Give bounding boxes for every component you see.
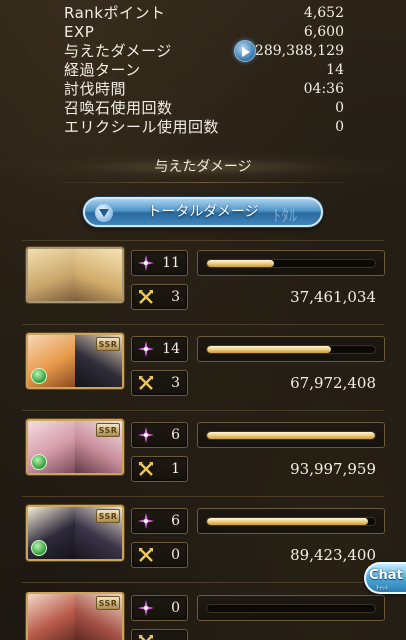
- wind-element-icon: [31, 540, 47, 556]
- skill-count: 0: [171, 600, 180, 616]
- stat-value: 289,388,129: [254, 43, 344, 59]
- skill-count-box: 14: [131, 336, 188, 362]
- divider: [22, 410, 384, 411]
- stat-time: 討伐時間 04:36: [64, 79, 344, 99]
- skill-count: 6: [171, 427, 180, 443]
- stat-label: EXP: [64, 23, 95, 41]
- damage-gauge: [197, 250, 385, 276]
- skill-count: 11: [162, 255, 180, 271]
- rarity-badge: SSR: [96, 596, 120, 610]
- gauge-track: [206, 259, 376, 268]
- crossed-swords-icon: [139, 635, 153, 640]
- play-icon[interactable]: [234, 40, 256, 62]
- stat-elixir-uses: エリクシール使用回数 0: [64, 117, 344, 137]
- damage-gauge: [197, 422, 385, 448]
- rarity-badge: SSR: [96, 337, 120, 351]
- crossed-swords-icon: [139, 462, 153, 476]
- rarity-badge: SSR: [96, 423, 120, 437]
- character-portrait[interactable]: SSR: [26, 505, 124, 561]
- crossed-swords-icon: [139, 376, 153, 390]
- character-portrait[interactable]: SSR: [26, 592, 124, 640]
- damage-gauge: [197, 595, 385, 621]
- gauge-fill: [207, 432, 375, 439]
- rarity-badge: SSR: [96, 509, 120, 523]
- damage-gauge: [197, 508, 385, 534]
- divider: [22, 496, 384, 497]
- skill-count: 14: [162, 341, 180, 357]
- character-row: 11 3 37,461,034: [0, 247, 406, 333]
- skill-count-box: 6: [131, 508, 188, 534]
- gauge-fill: [207, 260, 275, 267]
- ougi-count-box: [131, 629, 188, 640]
- character-portrait[interactable]: [26, 247, 124, 303]
- character-damage: 67,972,408: [290, 374, 376, 392]
- gauge-track: [206, 604, 376, 613]
- dropdown-deco: ﾄﾀﾙ: [272, 206, 297, 225]
- gauge-track: [206, 345, 376, 354]
- skill-count-box: 11: [131, 250, 188, 276]
- crossed-swords-icon: [139, 548, 153, 562]
- portrait-art: [28, 249, 75, 301]
- stat-value: 04:36: [303, 81, 344, 97]
- chat-sublabel: ﾁｬｯﾄ: [376, 585, 389, 592]
- stat-value: 14: [326, 62, 344, 78]
- divider: [40, 182, 366, 183]
- section-title: 与えたダメージ: [0, 153, 406, 181]
- skill-count: 6: [171, 513, 180, 529]
- divider: [22, 582, 384, 583]
- sparkle-icon: [138, 427, 154, 443]
- wind-element-icon: [31, 454, 47, 470]
- divider: [22, 240, 384, 241]
- stat-label: 経過ターン: [64, 61, 141, 79]
- character-row: SSR 0: [0, 592, 406, 640]
- stat-value: 6,600: [303, 24, 344, 40]
- gauge-fill: [207, 346, 332, 353]
- crossed-swords-icon: [139, 290, 153, 304]
- portrait-art: [75, 249, 122, 301]
- sparkle-icon: [138, 255, 154, 271]
- wind-element-icon: [31, 368, 47, 384]
- character-row: SSR 6 0 89,423,400: [0, 505, 406, 591]
- skill-count-box: 6: [131, 422, 188, 448]
- stat-label: Rankポイント: [64, 4, 166, 22]
- stat-label: エリクシール使用回数: [64, 118, 220, 136]
- character-portrait[interactable]: SSR: [26, 333, 124, 389]
- stat-exp: EXP 6,600: [64, 22, 344, 42]
- gauge-fill: [207, 518, 369, 525]
- sparkle-icon: [138, 513, 154, 529]
- damage-gauge: [197, 336, 385, 362]
- stat-damage: 与えたダメージ 289,388,129: [64, 41, 344, 61]
- stat-rank-points: Rankポイント 4,652: [64, 3, 344, 23]
- stat-label: 討伐時間: [64, 80, 127, 98]
- damage-type-dropdown[interactable]: トータルダメージ ﾄﾀﾙ: [83, 197, 323, 227]
- sparkle-icon: [138, 600, 154, 616]
- stat-value: 0: [335, 100, 344, 116]
- stat-value: 0: [335, 119, 344, 135]
- character-damage: 89,423,400: [290, 546, 376, 564]
- stat-label: 召喚石使用回数: [64, 99, 173, 117]
- stat-summon-uses: 召喚石使用回数 0: [64, 98, 344, 118]
- character-row: SSR 14 3 67,972,408: [0, 333, 406, 419]
- skill-count-box: 0: [131, 595, 188, 621]
- gauge-track: [206, 431, 376, 440]
- sparkle-icon: [138, 341, 154, 357]
- character-portrait[interactable]: SSR: [26, 419, 124, 475]
- chat-button[interactable]: Chat ﾁｬｯﾄ: [364, 562, 406, 594]
- divider: [22, 324, 384, 325]
- stat-turns: 経過ターン 14: [64, 60, 344, 80]
- stat-value: 4,652: [303, 5, 344, 21]
- character-damage: 37,461,034: [290, 288, 376, 306]
- portrait-art: [28, 594, 75, 640]
- chat-label: Chat: [369, 568, 403, 583]
- character-damage: 93,997,959: [290, 460, 376, 478]
- stat-label: 与えたダメージ: [64, 42, 172, 60]
- character-row: SSR 6 1 93,997,959: [0, 419, 406, 505]
- gauge-track: [206, 517, 376, 526]
